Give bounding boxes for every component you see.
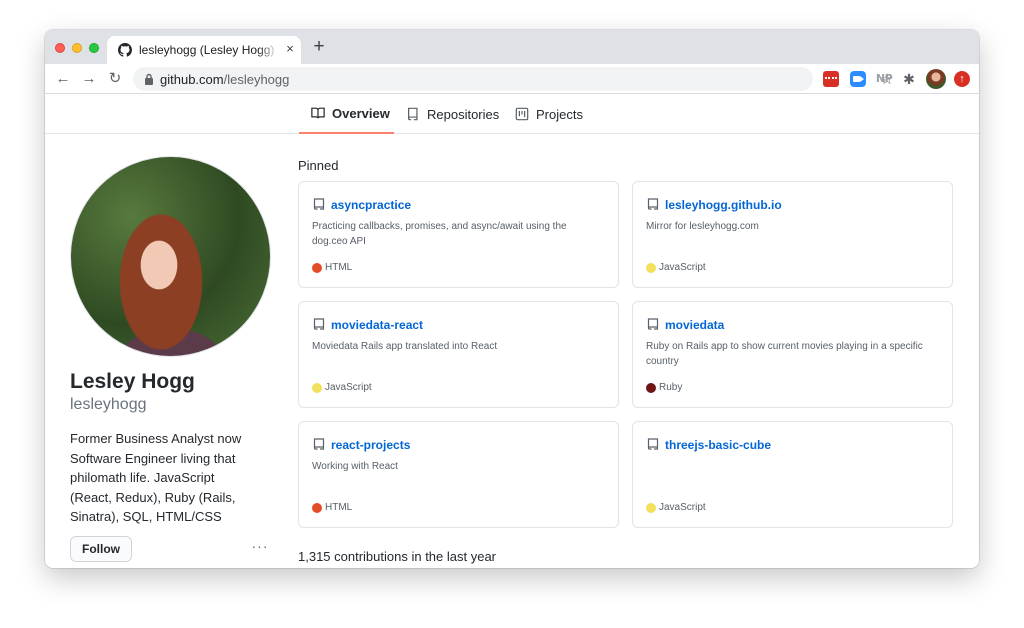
pinned-repo-card: moviedata Ruby on Rails app to show curr… <box>632 301 953 408</box>
repo-description: Moviedata Rails app translated into Reac… <box>312 341 498 352</box>
profile-bio: Former Business Analyst now Software Eng… <box>70 431 242 524</box>
tab-projects[interactable]: Projects <box>515 94 583 134</box>
language-color-dot <box>646 262 656 273</box>
profile-name: Lesley Hogg <box>70 370 195 393</box>
back-arrow-icon[interactable]: ← <box>54 70 72 88</box>
repo-icon <box>647 438 659 450</box>
new-tab-button[interactable]: + <box>310 37 328 56</box>
pinned-repo-card: threejs-basic-cube JavaScript <box>632 421 953 528</box>
maximize-window-button[interactable] <box>89 43 99 53</box>
repo-language-label: JavaScript <box>325 382 372 393</box>
lock-icon <box>145 73 153 85</box>
pinned-repo-card: asyncpractice Practicing callbacks, prom… <box>298 181 619 288</box>
book-icon <box>311 107 325 119</box>
tab-projects-label: Projects <box>536 106 583 122</box>
address-bar[interactable]: github.com/lesleyhogg ☆ <box>133 67 894 91</box>
tab-strip: lesleyhogg (Lesley Hogg) · GitHub × + <box>45 30 979 64</box>
update-icon[interactable]: ↑ <box>954 71 970 87</box>
language-color-dot <box>312 382 322 393</box>
np-extension-icon[interactable]: NP <box>875 71 893 87</box>
repo-icon <box>313 438 325 450</box>
repo-language: HTML <box>312 262 352 273</box>
repo-icon <box>647 318 659 330</box>
language-color-dot <box>646 382 656 393</box>
close-window-button[interactable] <box>55 43 65 53</box>
close-tab-icon[interactable]: × <box>283 42 297 56</box>
repo-language-label: JavaScript <box>659 502 706 513</box>
pinned-repo-card: lesleyhogg.github.io Mirror for lesleyho… <box>632 181 953 288</box>
puzzle-extensions-icon[interactable]: ✱ <box>901 71 917 87</box>
repo-icon <box>313 198 325 210</box>
tab-repositories[interactable]: Repositories <box>406 94 499 134</box>
repo-language: Ruby <box>646 382 682 393</box>
language-color-dot <box>646 502 656 513</box>
tab-overview[interactable]: Overview <box>299 94 394 134</box>
repo-name-link[interactable]: threejs-basic-cube <box>665 438 771 452</box>
repo-name-link[interactable]: moviedata-react <box>331 318 423 332</box>
follow-button[interactable]: Follow <box>70 536 132 562</box>
repo-description: Ruby on Rails app to show current movies… <box>646 341 923 367</box>
repo-description: Mirror for lesleyhogg.com <box>646 221 759 232</box>
repo-name-link[interactable]: lesleyhogg.github.io <box>665 198 782 212</box>
forward-arrow-icon[interactable]: → <box>80 70 98 88</box>
github-profile-page: Overview Repositories Projects Lesley Ho… <box>45 94 979 568</box>
repo-name-link[interactable]: react-projects <box>331 438 410 452</box>
repo-description: Practicing callbacks, promises, and asyn… <box>312 221 567 247</box>
profile-avatar[interactable] <box>70 156 271 357</box>
repo-icon <box>647 198 659 210</box>
browser-profile-avatar[interactable] <box>926 69 946 89</box>
url-host: github.com <box>160 72 224 87</box>
url-path: /lesleyhogg <box>223 72 290 87</box>
profile-login: lesleyhogg <box>70 396 147 413</box>
tab-overview-label: Overview <box>332 105 390 121</box>
pinned-heading: Pinned <box>298 158 339 173</box>
browser-tab-active[interactable]: lesleyhogg (Lesley Hogg) · GitHub × <box>107 36 301 64</box>
language-color-dot <box>312 502 322 513</box>
repo-language: HTML <box>312 502 352 513</box>
tab-repositories-label: Repositories <box>427 106 500 122</box>
zoom-extension-icon[interactable] <box>850 71 866 87</box>
repo-language: JavaScript <box>312 382 372 393</box>
project-board-icon <box>515 107 529 121</box>
more-options-icon[interactable]: ··· <box>250 538 270 556</box>
github-icon <box>118 43 132 57</box>
repo-language-label: JavaScript <box>659 262 706 273</box>
repo-icon <box>408 107 418 121</box>
contributions-heading: 1,315 contributions in the last year <box>298 549 497 564</box>
repo-language: JavaScript <box>646 502 706 513</box>
extension-red-icon[interactable] <box>823 71 839 87</box>
pinned-repo-card: moviedata-react Moviedata Rails app tran… <box>298 301 619 408</box>
browser-window: lesleyhogg (Lesley Hogg) · GitHub × + ← … <box>45 30 979 568</box>
profile-nav: Overview Repositories Projects <box>45 94 979 134</box>
repo-language: JavaScript <box>646 262 706 273</box>
minimize-window-button[interactable] <box>72 43 82 53</box>
url-text: github.com/lesleyhogg <box>160 72 289 87</box>
repo-name-link[interactable]: moviedata <box>665 318 724 332</box>
repo-language-label: Ruby <box>659 382 683 393</box>
repo-description: Working with React <box>312 461 398 472</box>
browser-toolbar: ← → ↻ github.com/lesleyhogg ☆ NP ✱ ↑ <box>45 64 979 94</box>
reload-icon[interactable]: ↻ <box>106 70 124 88</box>
tab-title: lesleyhogg (Lesley Hogg) · GitHub <box>139 43 279 57</box>
pinned-repo-card: react-projects Working with React HTML <box>298 421 619 528</box>
language-color-dot <box>312 262 322 273</box>
repo-language-label: HTML <box>325 262 353 273</box>
repo-icon <box>313 318 325 330</box>
repo-language-label: HTML <box>325 502 353 513</box>
repo-name-link[interactable]: asyncpractice <box>331 198 411 212</box>
